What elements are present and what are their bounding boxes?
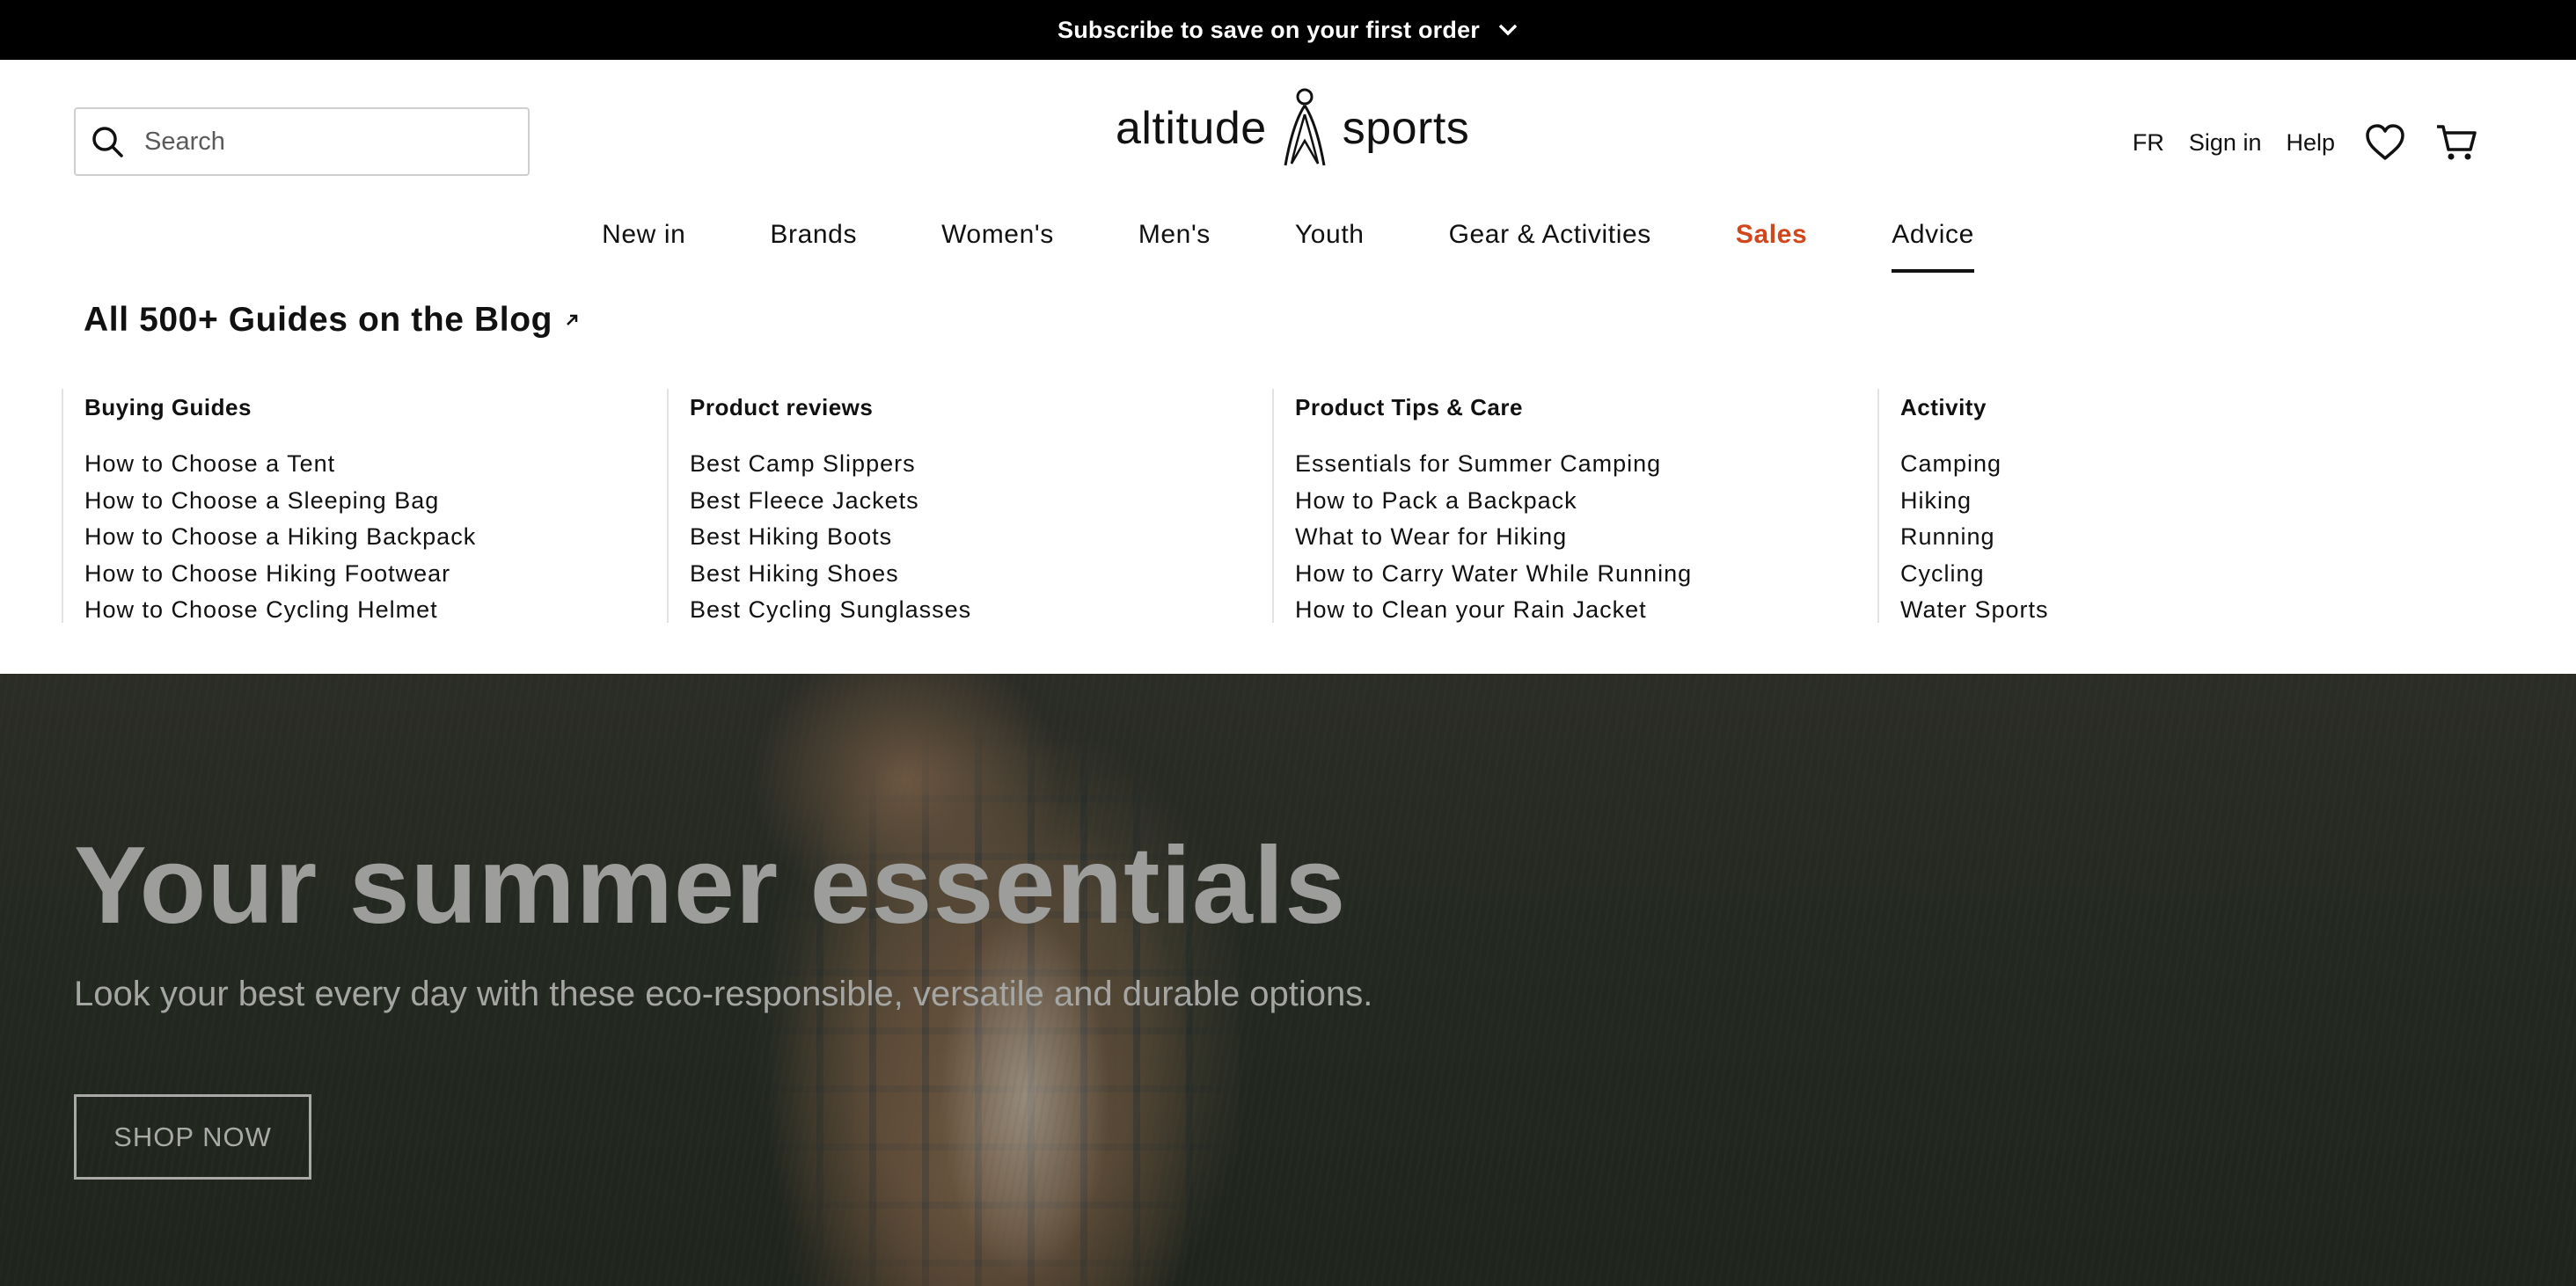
sign-in-link[interactable]: Sign in — [2189, 129, 2262, 157]
menu-link[interactable]: How to Choose a Sleeping Bag — [84, 483, 667, 520]
blog-guides-link[interactable]: All 500+ Guides on the Blog — [84, 301, 581, 340]
column-title: Product reviews — [690, 394, 874, 420]
menu-link[interactable]: How to Pack a Backpack — [1295, 483, 1877, 520]
menu-column-activity: Activity Camping Hiking Running Cycling … — [1877, 389, 2483, 623]
menu-link[interactable]: How to Choose a Tent — [84, 446, 667, 483]
menu-link[interactable]: Best Hiking Boots — [690, 519, 1272, 556]
menu-link[interactable]: How to Choose a Hiking Backpack — [84, 519, 667, 556]
mountain-figure-icon — [1283, 88, 1327, 169]
shop-now-button[interactable]: SHOP NOW — [74, 1094, 311, 1180]
menu-link[interactable]: What to Wear for Hiking — [1295, 519, 1877, 556]
promo-banner[interactable]: Subscribe to save on your first order — [0, 0, 2576, 60]
external-link-icon[interactable] — [563, 311, 581, 329]
logo-word-right: sports — [1342, 103, 1470, 154]
nav-item-sales[interactable]: Sales — [1736, 211, 1807, 269]
menu-link[interactable]: Best Hiking Shoes — [690, 556, 1272, 593]
chevron-down-icon[interactable] — [1497, 23, 1519, 37]
nav-item-womens[interactable]: Women's — [941, 211, 1054, 269]
main-navigation: New in Brands Women's Men's Youth Gear &… — [0, 211, 2576, 278]
menu-column-product-reviews: Product reviews Best Camp Slippers Best … — [667, 389, 1272, 623]
hero-banner: Your summer essentials Look your best ev… — [0, 674, 2576, 1286]
menu-link[interactable]: Best Cycling Sunglasses — [690, 592, 1272, 629]
menu-link[interactable]: Camping — [1900, 446, 2483, 483]
menu-column-buying-guides: Buying Guides How to Choose a Tent How t… — [62, 389, 667, 623]
nav-item-new-in[interactable]: New in — [602, 211, 685, 269]
language-toggle[interactable]: FR — [2133, 129, 2164, 157]
blog-guides-link-label[interactable]: All 500+ Guides on the Blog — [84, 301, 553, 340]
menu-link[interactable]: Running — [1900, 519, 2483, 556]
menu-link[interactable]: How to Carry Water While Running — [1295, 556, 1877, 593]
nav-item-youth[interactable]: Youth — [1295, 211, 1365, 269]
heart-icon[interactable] — [2365, 124, 2405, 161]
header-utilities: FR Sign in Help — [2108, 109, 2477, 176]
cart-icon[interactable] — [2435, 123, 2477, 162]
menu-link[interactable]: How to Choose Cycling Helmet — [84, 592, 667, 629]
hero-subtitle: Look your best every day with these eco-… — [74, 975, 1373, 1013]
nav-item-mens[interactable]: Men's — [1138, 211, 1211, 269]
menu-link[interactable]: How to Choose Hiking Footwear — [84, 556, 667, 593]
nav-item-advice[interactable]: Advice — [1892, 211, 1974, 273]
menu-link[interactable]: Best Camp Slippers — [690, 446, 1272, 483]
menu-column-product-tips-care: Product Tips & Care Essentials for Summe… — [1272, 389, 1877, 623]
menu-link[interactable]: Hiking — [1900, 483, 2483, 520]
promo-text[interactable]: Subscribe to save on your first order — [1057, 17, 1480, 44]
menu-link[interactable]: Essentials for Summer Camping — [1295, 446, 1877, 483]
logo-word-left: altitude — [1116, 103, 1267, 154]
help-link[interactable]: Help — [2286, 129, 2335, 157]
menu-link[interactable]: How to Clean your Rain Jacket — [1295, 592, 1877, 629]
site-logo[interactable]: altitude sports — [1116, 84, 1469, 172]
hero-title: Your summer essentials — [74, 825, 1347, 946]
search-input[interactable] — [143, 126, 498, 157]
column-title: Product Tips & Care — [1295, 394, 1523, 420]
column-title: Activity — [1900, 394, 1987, 420]
nav-item-brands[interactable]: Brands — [770, 211, 857, 269]
menu-link[interactable]: Best Fleece Jackets — [690, 483, 1272, 520]
nav-item-gear-activities[interactable]: Gear & Activities — [1449, 211, 1651, 269]
advice-mega-menu: All 500+ Guides on the Blog Buying Guide… — [0, 278, 2576, 674]
menu-link[interactable]: Cycling — [1900, 556, 2483, 593]
menu-link[interactable]: Water Sports — [1900, 592, 2483, 629]
search-icon[interactable] — [90, 124, 125, 159]
search-box[interactable] — [74, 107, 530, 176]
column-title: Buying Guides — [84, 394, 252, 420]
